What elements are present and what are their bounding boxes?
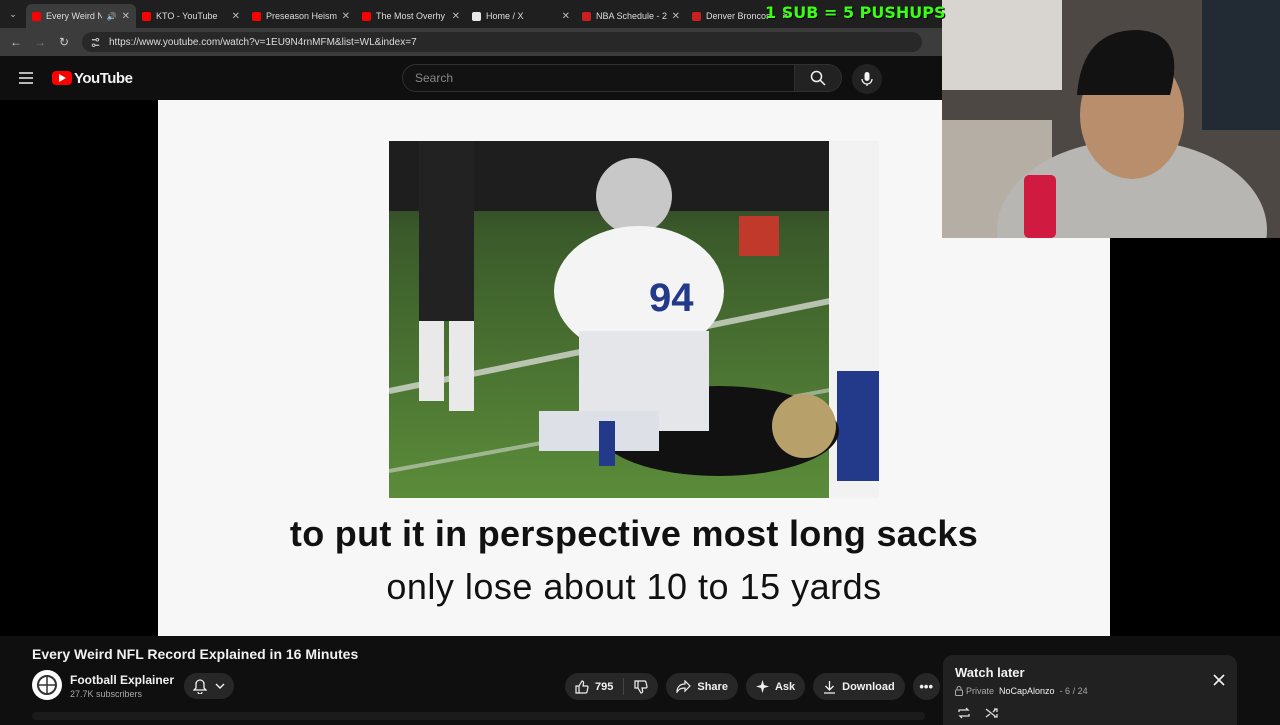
tab-label: Preseason Heism — [266, 11, 337, 21]
microphone-icon — [861, 72, 873, 86]
football-sack-illustration: 94 — [389, 141, 879, 498]
ask-button[interactable]: Ask — [745, 673, 806, 700]
shuffle-icon[interactable] — [985, 707, 999, 719]
url-text: https://www.youtube.com/watch?v=1EU9N4rn… — [109, 36, 417, 48]
lock-icon — [955, 686, 963, 696]
caption-line-2: only lose about 10 to 15 yards — [386, 566, 882, 607]
channel-name[interactable]: Football Explainer — [70, 673, 174, 687]
browser-tab[interactable]: Home / X ✕ — [466, 4, 576, 28]
youtube-play-icon — [52, 71, 72, 85]
video-actions: 795 Share Ask Download ••• — [565, 673, 940, 700]
bell-icon — [193, 678, 207, 694]
share-label: Share — [697, 680, 728, 693]
browser-tab[interactable]: Preseason Heism ✕ — [246, 4, 356, 28]
tab-favicon-icon — [582, 11, 591, 21]
site-settings-icon[interactable] — [90, 37, 101, 48]
playlist-owner[interactable]: NoCapAlonzo — [999, 686, 1055, 696]
caption-line-1: to put it in perspective most long sacks — [289, 513, 979, 554]
browser-tab[interactable]: The Most Overhy ✕ — [356, 4, 466, 28]
share-arrow-icon — [676, 680, 692, 693]
loop-icon[interactable] — [957, 707, 971, 719]
voice-search-button[interactable] — [852, 64, 882, 94]
tab-close-icon[interactable]: ✕ — [342, 11, 350, 22]
browser-tab[interactable]: KTO - YouTube ✕ — [136, 4, 246, 28]
like-dislike-group: 795 — [565, 673, 659, 700]
subscriber-count: 27.7K subscribers — [70, 689, 143, 699]
more-horizontal-icon: ••• — [919, 679, 934, 694]
tab-favicon-icon — [362, 11, 371, 21]
streamer-webcam — [942, 0, 1280, 238]
tab-label: KTO - YouTube — [156, 11, 218, 21]
tab-label: Home / X — [486, 11, 524, 21]
tab-close-icon[interactable]: ✕ — [122, 11, 130, 22]
address-bar[interactable]: https://www.youtube.com/watch?v=1EU9N4rn… — [82, 32, 922, 52]
playlist-title[interactable]: Watch later — [955, 665, 1225, 680]
video-still-image: 94 — [389, 141, 879, 498]
close-playlist-button[interactable] — [1213, 673, 1225, 690]
tab-list: Every Weird N 🔊 ✕ KTO - YouTube ✕ Preseason H… — [26, 0, 796, 28]
tab-favicon-icon — [142, 11, 151, 21]
tab-favicon-icon — [252, 11, 261, 21]
menu-icon[interactable] — [0, 71, 52, 85]
tab-label: The Most Overhy — [376, 11, 446, 21]
channel-avatar[interactable] — [32, 670, 62, 700]
search-input[interactable] — [402, 64, 795, 92]
tab-label: Every Weird N — [46, 11, 102, 21]
thumbs-up-icon — [575, 679, 589, 694]
search-icon — [810, 70, 826, 86]
notification-bell-button[interactable] — [184, 673, 234, 699]
tab-close-icon[interactable]: ✕ — [232, 11, 240, 22]
playlist-position: - 6 / 24 — [1059, 686, 1088, 696]
ask-label: Ask — [774, 680, 796, 693]
playlist-controls — [957, 707, 999, 719]
search-button[interactable] — [795, 64, 842, 92]
tab-close-icon[interactable]: ✕ — [562, 11, 570, 22]
tab-close-icon[interactable]: ✕ — [452, 11, 460, 22]
video-title: Every Weird NFL Record Explained in 16 M… — [32, 646, 359, 662]
tab-favicon-icon — [692, 11, 701, 21]
back-arrow-icon[interactable]: ← — [6, 32, 26, 52]
browser-tab[interactable]: NBA Schedule - 2 ✕ — [576, 4, 686, 28]
audio-playing-icon[interactable]: 🔊 — [107, 12, 117, 21]
reload-icon[interactable]: ↻ — [54, 32, 74, 52]
download-label: Download — [842, 680, 895, 693]
tab-favicon-icon — [472, 11, 481, 21]
tab-close-icon[interactable]: ✕ — [672, 11, 680, 22]
dislike-button[interactable] — [624, 679, 658, 694]
chevron-down-icon — [215, 683, 225, 689]
search-bar — [402, 64, 842, 92]
tab-label: NBA Schedule - 2 — [596, 11, 667, 21]
playlist-meta: Private NoCapAlonzo - 6 / 24 — [955, 686, 1225, 696]
webcam-feed-image — [942, 0, 1280, 238]
sparkle-icon — [755, 680, 769, 693]
like-count: 795 — [595, 680, 614, 693]
more-actions-button[interactable]: ••• — [912, 673, 940, 700]
youtube-logo[interactable]: YouTube — [52, 69, 133, 87]
tab-search-chevron-icon[interactable]: ⌄ — [0, 0, 26, 28]
svg-text:94: 94 — [649, 276, 694, 320]
thumbs-down-icon — [634, 679, 648, 694]
share-button[interactable]: Share — [666, 673, 738, 700]
watch-later-panel: Watch later Private NoCapAlonzo - 6 / 24 — [943, 655, 1237, 725]
like-button[interactable]: 795 — [565, 678, 625, 695]
privacy-status: Private — [955, 686, 994, 696]
logo-text: YouTube — [74, 69, 133, 87]
close-icon — [1213, 674, 1225, 686]
privacy-label: Private — [966, 686, 995, 696]
stream-overlay-text: 1 SUB = 5 PUSHUPS — [765, 3, 946, 22]
forward-arrow-icon[interactable]: → — [30, 32, 50, 52]
download-icon — [824, 680, 836, 694]
download-button[interactable]: Download — [813, 673, 905, 700]
youtube-header: YouTube — [0, 56, 942, 100]
tab-favicon-icon — [32, 11, 41, 21]
browser-tab[interactable]: Every Weird N 🔊 ✕ — [26, 4, 136, 28]
description-box-edge[interactable] — [32, 712, 925, 720]
